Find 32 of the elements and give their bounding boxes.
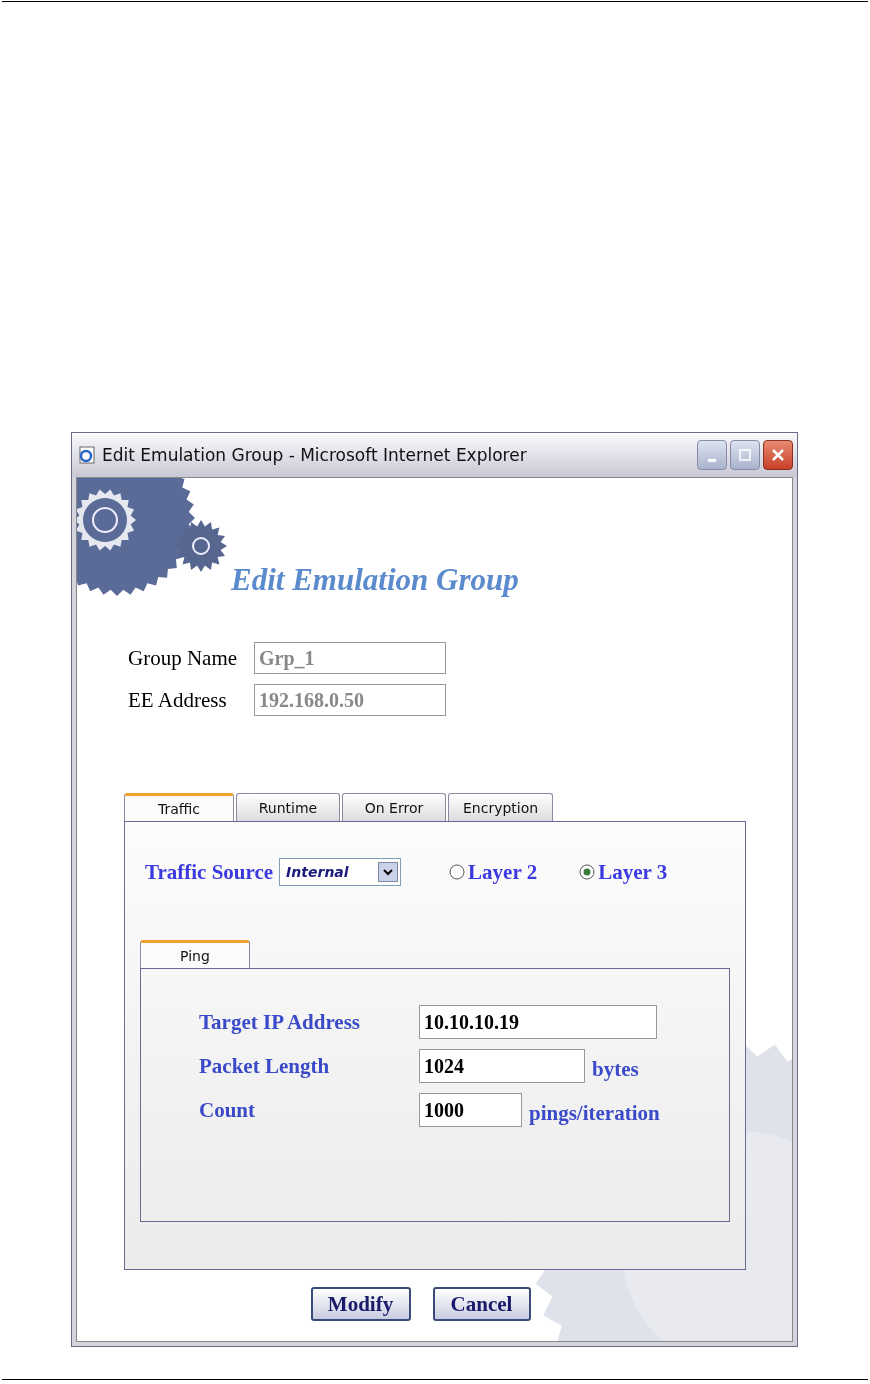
unit-label: bytes — [592, 1056, 639, 1082]
browser-icon — [78, 446, 96, 464]
radio-button[interactable] — [579, 864, 596, 880]
tab[interactable]: Traffic — [124, 793, 234, 821]
close-icon — [771, 448, 785, 462]
unit-label: pings/iteration — [529, 1100, 660, 1126]
radio-label: Layer 3 — [598, 859, 668, 885]
tab[interactable]: Encryption — [448, 793, 554, 821]
field-label: Count — [199, 1097, 257, 1123]
modify-button[interactable]: Modify — [310, 1287, 411, 1321]
field-label: Traffic Source — [145, 859, 274, 885]
page-heading: Edit Emulation Group — [231, 562, 519, 598]
window-title: Edit Emulation Group - Microsoft Internet Explorer — [102, 445, 528, 465]
text-field[interactable]: 10.10.10.19 — [419, 1005, 657, 1039]
text-field[interactable]: 1024 — [419, 1049, 585, 1083]
field-label: Group Name — [128, 645, 239, 671]
tab[interactable]: On Error — [342, 793, 446, 821]
text-field[interactable]: 1000 — [419, 1093, 522, 1127]
field-label: EE Address — [128, 687, 228, 713]
minimize-icon — [708, 458, 716, 462]
radio-label: Layer 2 — [468, 859, 538, 885]
field-label: Target IP Address — [199, 1009, 362, 1035]
tab[interactable]: Ping — [140, 940, 250, 968]
field-label: Packet Length — [199, 1053, 331, 1079]
maximize-icon — [739, 449, 751, 461]
dropdown[interactable]: Internal — [279, 858, 402, 886]
close-button[interactable] — [763, 440, 793, 470]
caret-icon — [378, 862, 399, 882]
tab[interactable]: Runtime — [236, 793, 340, 821]
radio-button[interactable] — [449, 864, 466, 880]
cancel-button[interactable]: Cancel — [432, 1287, 531, 1321]
minimize-button[interactable] — [697, 440, 727, 470]
